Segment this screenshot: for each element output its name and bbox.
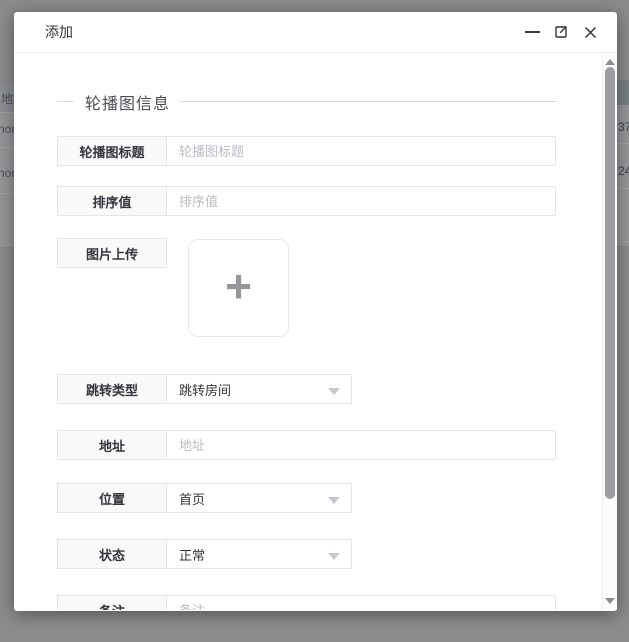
plus-icon: +	[225, 263, 252, 309]
row-divider	[617, 241, 629, 242]
row-divider	[0, 245, 14, 246]
form-row-status: 状态 正常	[57, 539, 557, 569]
row-divider	[0, 112, 14, 113]
dialog-header: 添加	[14, 12, 617, 53]
carousel-form: 轮播图信息 轮播图标题 排序值 图片上传 + 跳转类型 跳转房间	[14, 91, 572, 610]
field-label: 状态	[57, 539, 167, 569]
field-label: 排序值	[57, 186, 167, 216]
select-value: 跳转房间	[179, 380, 231, 399]
row-divider	[617, 143, 629, 144]
row-divider	[617, 188, 629, 189]
background-table-fragment-left: 地址 hon hon	[0, 84, 14, 246]
form-row-image-upload: 图片上传 +	[57, 238, 557, 337]
form-row-address: 地址	[57, 430, 557, 460]
dialog-body: 轮播图信息 轮播图标题 排序值 图片上传 + 跳转类型 跳转房间	[14, 53, 617, 610]
window-controls	[522, 22, 600, 42]
minimize-icon[interactable]	[522, 22, 542, 42]
background-cell-text: hon	[0, 122, 14, 136]
position-select[interactable]: 首页	[166, 483, 352, 513]
add-dialog: 添加 轮播图信息	[14, 12, 617, 611]
scrollbar-thumb[interactable]	[605, 67, 615, 499]
form-row-jump-type: 跳转类型 跳转房间	[57, 374, 557, 404]
jump-type-select[interactable]: 跳转房间	[166, 374, 352, 404]
carousel-title-input[interactable]	[166, 136, 556, 166]
row-divider	[0, 193, 14, 194]
divider	[181, 101, 557, 102]
row-divider	[0, 147, 14, 148]
field-label: 地址	[57, 430, 167, 460]
section-title: 轮播图信息	[74, 90, 181, 114]
close-icon[interactable]	[580, 22, 600, 42]
scroll-down-icon[interactable]	[605, 598, 615, 604]
field-label: 轮播图标题	[57, 136, 167, 166]
select-value: 首页	[179, 489, 205, 508]
dialog-title: 添加	[45, 22, 73, 42]
divider	[57, 101, 74, 102]
form-row-sort-value: 排序值	[57, 186, 557, 216]
background-cell-text: hon	[0, 166, 14, 180]
chevron-down-icon	[328, 553, 340, 560]
chevron-down-icon	[328, 388, 340, 395]
scrollbar[interactable]	[602, 53, 617, 610]
scroll-up-icon[interactable]	[605, 59, 615, 65]
field-label: 位置	[57, 483, 167, 513]
maximize-icon[interactable]	[551, 22, 571, 42]
image-upload-button[interactable]: +	[188, 239, 289, 337]
select-value: 正常	[179, 545, 205, 564]
field-label: 跳转类型	[57, 374, 167, 404]
background-cell-text: 37	[618, 120, 629, 134]
sort-value-input[interactable]	[166, 186, 556, 216]
background-table-fragment-right: 37 24	[617, 80, 629, 246]
status-select[interactable]: 正常	[166, 539, 352, 569]
background-header-text: 地址	[1, 90, 14, 107]
background-table-header	[617, 80, 629, 105]
form-row-position: 位置 首页	[57, 483, 557, 513]
screen: { "background": { "left": { "header": "地…	[0, 0, 629, 642]
form-row-remark: 备注	[57, 595, 557, 610]
field-label: 备注	[57, 595, 167, 610]
background-cell-text: 24	[618, 164, 629, 178]
address-input[interactable]	[166, 430, 556, 460]
field-label: 图片上传	[57, 238, 167, 268]
remark-input[interactable]	[166, 595, 556, 610]
form-row-carousel-title: 轮播图标题	[57, 136, 557, 166]
section-header: 轮播图信息	[57, 91, 557, 112]
chevron-down-icon	[328, 497, 340, 504]
